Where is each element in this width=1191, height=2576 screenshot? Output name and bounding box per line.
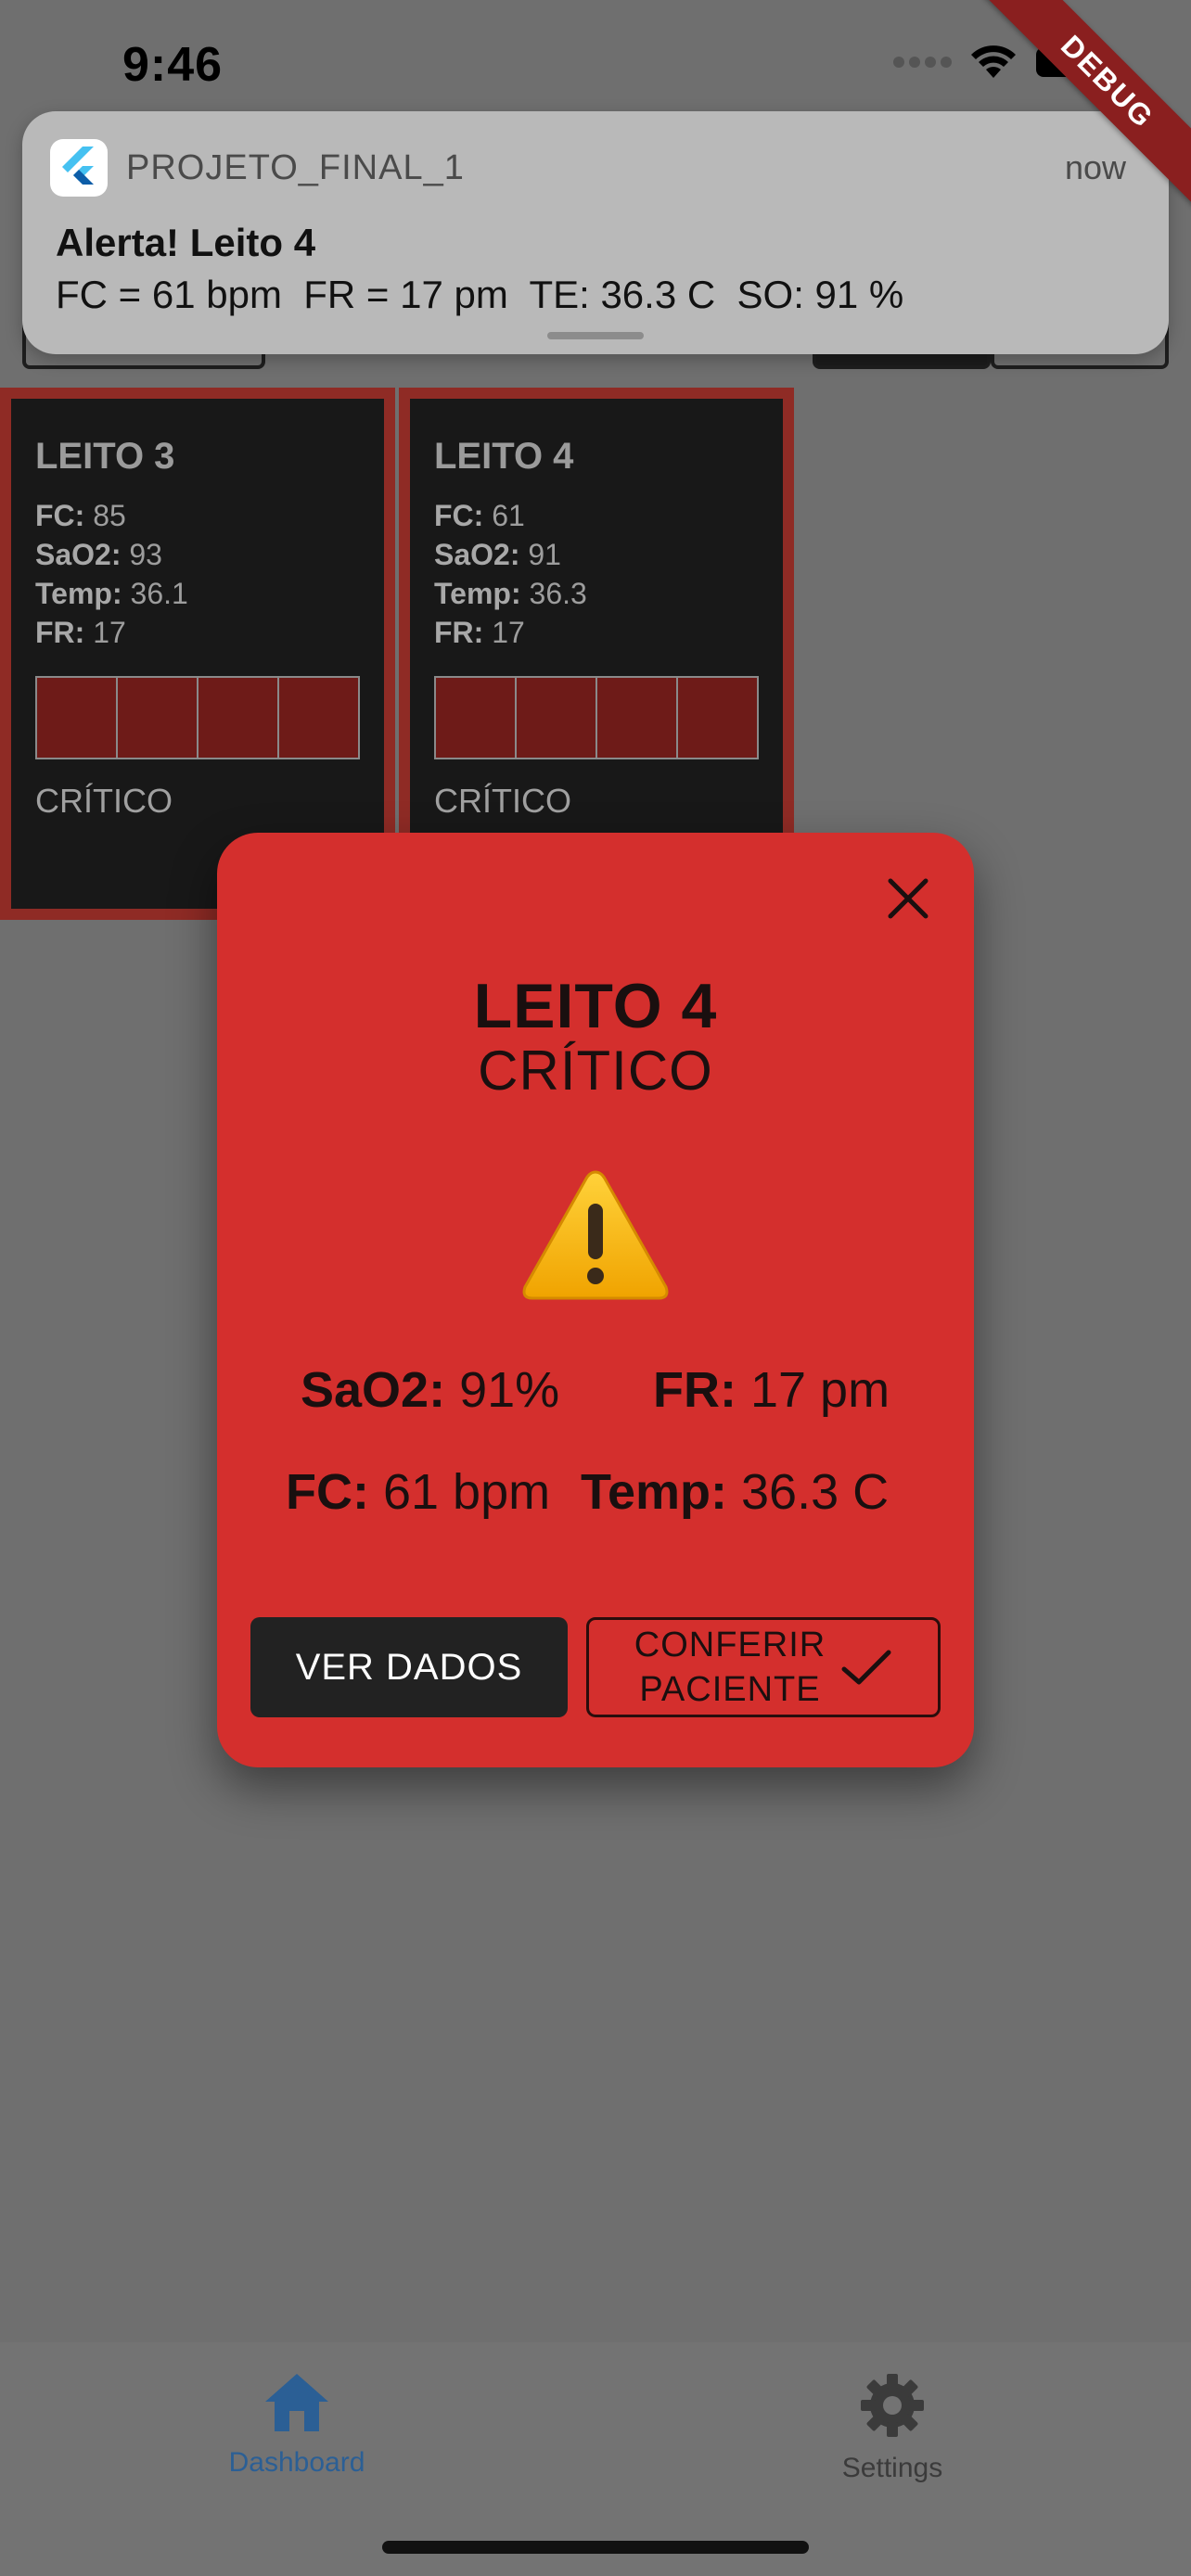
notification-body: FC = 61 bpm FR = 17 pm TE: 36.3 C SO: 91… bbox=[56, 273, 904, 316]
flutter-icon bbox=[50, 139, 108, 197]
alert-dialog: LEITO 4 CRÍTICO SaO2: 91% FR: 17 pm FC: … bbox=[217, 833, 974, 1767]
notification-app-name: PROJETO_FINAL_1 bbox=[126, 148, 465, 187]
bed-title: LEITO 3 bbox=[35, 436, 175, 477]
bed-sao2: SaO2: 91 bbox=[434, 538, 561, 571]
bed-title: LEITO 4 bbox=[434, 436, 574, 477]
conferir-paciente-label: CONFERIR PACIENTE bbox=[634, 1626, 826, 1709]
bed-status-bars bbox=[35, 676, 360, 759]
notification-banner[interactable]: PROJETO_FINAL_1 now Alerta! Leito 4 FC =… bbox=[22, 111, 1169, 354]
close-icon[interactable] bbox=[881, 872, 935, 925]
nav-label-settings: Settings bbox=[841, 2453, 943, 2483]
notification-time: now bbox=[1064, 148, 1126, 186]
nav-item-settings[interactable]: Settings bbox=[781, 2370, 1004, 2484]
home-indicator[interactable] bbox=[382, 2541, 809, 2554]
bed-temp: Temp: 36.3 bbox=[434, 577, 587, 610]
nav-label-dashboard: Dashboard bbox=[228, 2447, 365, 2478]
dialog-status: CRÍTICO bbox=[478, 1039, 713, 1102]
home-icon bbox=[265, 2374, 328, 2431]
signal-icon bbox=[893, 57, 952, 68]
stat-temp: Temp: 36.3 C bbox=[581, 1464, 890, 1520]
bed-fc: FC: 85 bbox=[35, 499, 126, 532]
ver-dados-button[interactable]: VER DADOS bbox=[250, 1617, 568, 1717]
stat-fc: FC: 61 bpm bbox=[286, 1464, 551, 1520]
bed-fr: FR: 17 bbox=[35, 616, 126, 649]
warning-icon bbox=[519, 1167, 672, 1308]
bed-temp: Temp: 36.1 bbox=[35, 577, 188, 610]
stat-fr: FR: 17 pm bbox=[653, 1362, 890, 1418]
nav-item-dashboard[interactable]: Dashboard bbox=[186, 2370, 408, 2479]
bed-status-bars bbox=[434, 676, 759, 759]
dialog-title: LEITO 4 bbox=[473, 971, 718, 1041]
bed-status: CRÍTICO bbox=[35, 782, 173, 820]
bed-fr: FR: 17 bbox=[434, 616, 525, 649]
bed-sao2: SaO2: 93 bbox=[35, 538, 162, 571]
screen: 9:46 LEITO 3 FC: 85 SaO2: 93 Temp: 36.1 … bbox=[0, 0, 1191, 2576]
status-time: 9:46 bbox=[122, 38, 224, 92]
conferir-paciente-button[interactable]: CONFERIR PACIENTE bbox=[586, 1617, 941, 1717]
wifi-icon bbox=[970, 45, 1017, 80]
notification-title: Alerta! Leito 4 bbox=[56, 221, 316, 264]
notification-drag-handle[interactable] bbox=[547, 332, 644, 339]
bed-status: CRÍTICO bbox=[434, 782, 571, 820]
stat-sao2: SaO2: 91% bbox=[301, 1362, 560, 1418]
bed-fc: FC: 61 bbox=[434, 499, 525, 532]
gear-icon bbox=[861, 2374, 924, 2437]
check-icon bbox=[841, 1650, 891, 1685]
